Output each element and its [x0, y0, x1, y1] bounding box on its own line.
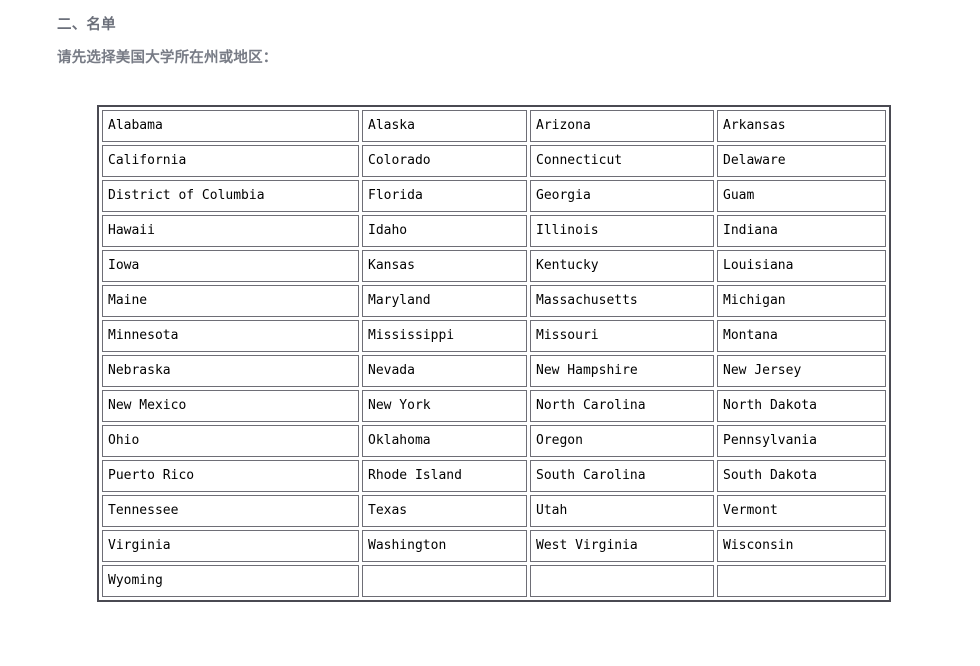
state-cell[interactable]: Massachusetts [530, 285, 714, 317]
state-cell[interactable]: Utah [530, 495, 714, 527]
state-cell[interactable]: Oregon [530, 425, 714, 457]
state-cell[interactable]: Pennsylvania [717, 425, 886, 457]
state-cell[interactable]: Illinois [530, 215, 714, 247]
state-cell[interactable]: Missouri [530, 320, 714, 352]
state-cell[interactable]: District of Columbia [102, 180, 359, 212]
table-row: Puerto Rico Rhode Island South Carolina Sou… [102, 460, 886, 492]
table-row: Ohio Oklahoma Oregon Pennsylvania [102, 425, 886, 457]
table-row: Wyoming [102, 565, 886, 597]
table-row: New Mexico New York North Carolina North Da… [102, 390, 886, 422]
state-cell[interactable]: Minnesota [102, 320, 359, 352]
state-cell[interactable]: Alabama [102, 110, 359, 142]
state-cell[interactable]: New Mexico [102, 390, 359, 422]
page-title: 二、名单 [57, 17, 116, 33]
table-row: Minnesota Mississippi Missouri Montana [102, 320, 886, 352]
state-cell[interactable]: Nebraska [102, 355, 359, 387]
state-cell[interactable]: New Jersey [717, 355, 886, 387]
state-cell[interactable]: Texas [362, 495, 527, 527]
state-cell[interactable]: Oklahoma [362, 425, 527, 457]
state-cell[interactable]: Wyoming [102, 565, 359, 597]
table-row: Hawaii Idaho Illinois Indiana [102, 215, 886, 247]
state-table-body: Alabama Alaska Arizona Arkansas California Co… [102, 110, 886, 597]
state-cell[interactable]: South Dakota [717, 460, 886, 492]
state-cell[interactable]: Iowa [102, 250, 359, 282]
state-cell[interactable]: Guam [717, 180, 886, 212]
table-row: District of Columbia Florida Georgia Guam [102, 180, 886, 212]
state-cell[interactable]: Washington [362, 530, 527, 562]
state-cell[interactable]: New Hampshire [530, 355, 714, 387]
state-cell[interactable]: North Carolina [530, 390, 714, 422]
state-cell[interactable]: Virginia [102, 530, 359, 562]
state-cell[interactable]: California [102, 145, 359, 177]
state-cell[interactable]: Indiana [717, 215, 886, 247]
state-cell[interactable]: Maine [102, 285, 359, 317]
state-cell[interactable]: North Dakota [717, 390, 886, 422]
state-cell[interactable]: Louisiana [717, 250, 886, 282]
state-cell[interactable]: Florida [362, 180, 527, 212]
state-cell[interactable]: Alaska [362, 110, 527, 142]
state-cell[interactable]: Maryland [362, 285, 527, 317]
state-cell[interactable]: Georgia [530, 180, 714, 212]
state-cell[interactable]: Arizona [530, 110, 714, 142]
state-selection-table: Alabama Alaska Arizona Arkansas California Co… [97, 105, 891, 602]
state-cell[interactable]: Tennessee [102, 495, 359, 527]
state-cell[interactable]: West Virginia [530, 530, 714, 562]
state-cell[interactable]: New York [362, 390, 527, 422]
state-cell-empty [530, 565, 714, 597]
table-row: Iowa Kansas Kentucky Louisiana [102, 250, 886, 282]
heading-section: 二、名单 请先选择美国大学所在州或地区： [0, 0, 980, 68]
state-cell[interactable]: Puerto Rico [102, 460, 359, 492]
state-cell[interactable]: Wisconsin [717, 530, 886, 562]
state-cell[interactable]: Hawaii [102, 215, 359, 247]
table-row: Alabama Alaska Arizona Arkansas [102, 110, 886, 142]
state-cell[interactable]: Delaware [717, 145, 886, 177]
state-cell[interactable]: Vermont [717, 495, 886, 527]
state-cell-empty [362, 565, 527, 597]
state-cell[interactable]: Kentucky [530, 250, 714, 282]
table-row: Nebraska Nevada New Hampshire New Jersey [102, 355, 886, 387]
state-cell[interactable]: Ohio [102, 425, 359, 457]
state-cell[interactable]: Kansas [362, 250, 527, 282]
table-row: Virginia Washington West Virginia Wisconsin [102, 530, 886, 562]
state-cell[interactable]: Connecticut [530, 145, 714, 177]
table-row: Tennessee Texas Utah Vermont [102, 495, 886, 527]
table-row: California Colorado Connecticut Delaware [102, 145, 886, 177]
state-cell[interactable]: Mississippi [362, 320, 527, 352]
state-cell[interactable]: South Carolina [530, 460, 714, 492]
state-cell[interactable]: Rhode Island [362, 460, 527, 492]
state-cell[interactable]: Idaho [362, 215, 527, 247]
state-cell[interactable]: Nevada [362, 355, 527, 387]
table-row: Maine Maryland Massachusetts Michigan [102, 285, 886, 317]
state-cell[interactable]: Arkansas [717, 110, 886, 142]
document-page: 二、名单 请先选择美国大学所在州或地区： Alabama Alaska Arizon… [0, 0, 980, 666]
state-table-container: Alabama Alaska Arizona Arkansas California Co… [97, 105, 891, 602]
state-cell[interactable]: Michigan [717, 285, 886, 317]
state-cell[interactable]: Colorado [362, 145, 527, 177]
state-cell[interactable]: Montana [717, 320, 886, 352]
state-cell-empty [717, 565, 886, 597]
selection-prompt: 请先选择美国大学所在州或地区： [57, 50, 278, 67]
